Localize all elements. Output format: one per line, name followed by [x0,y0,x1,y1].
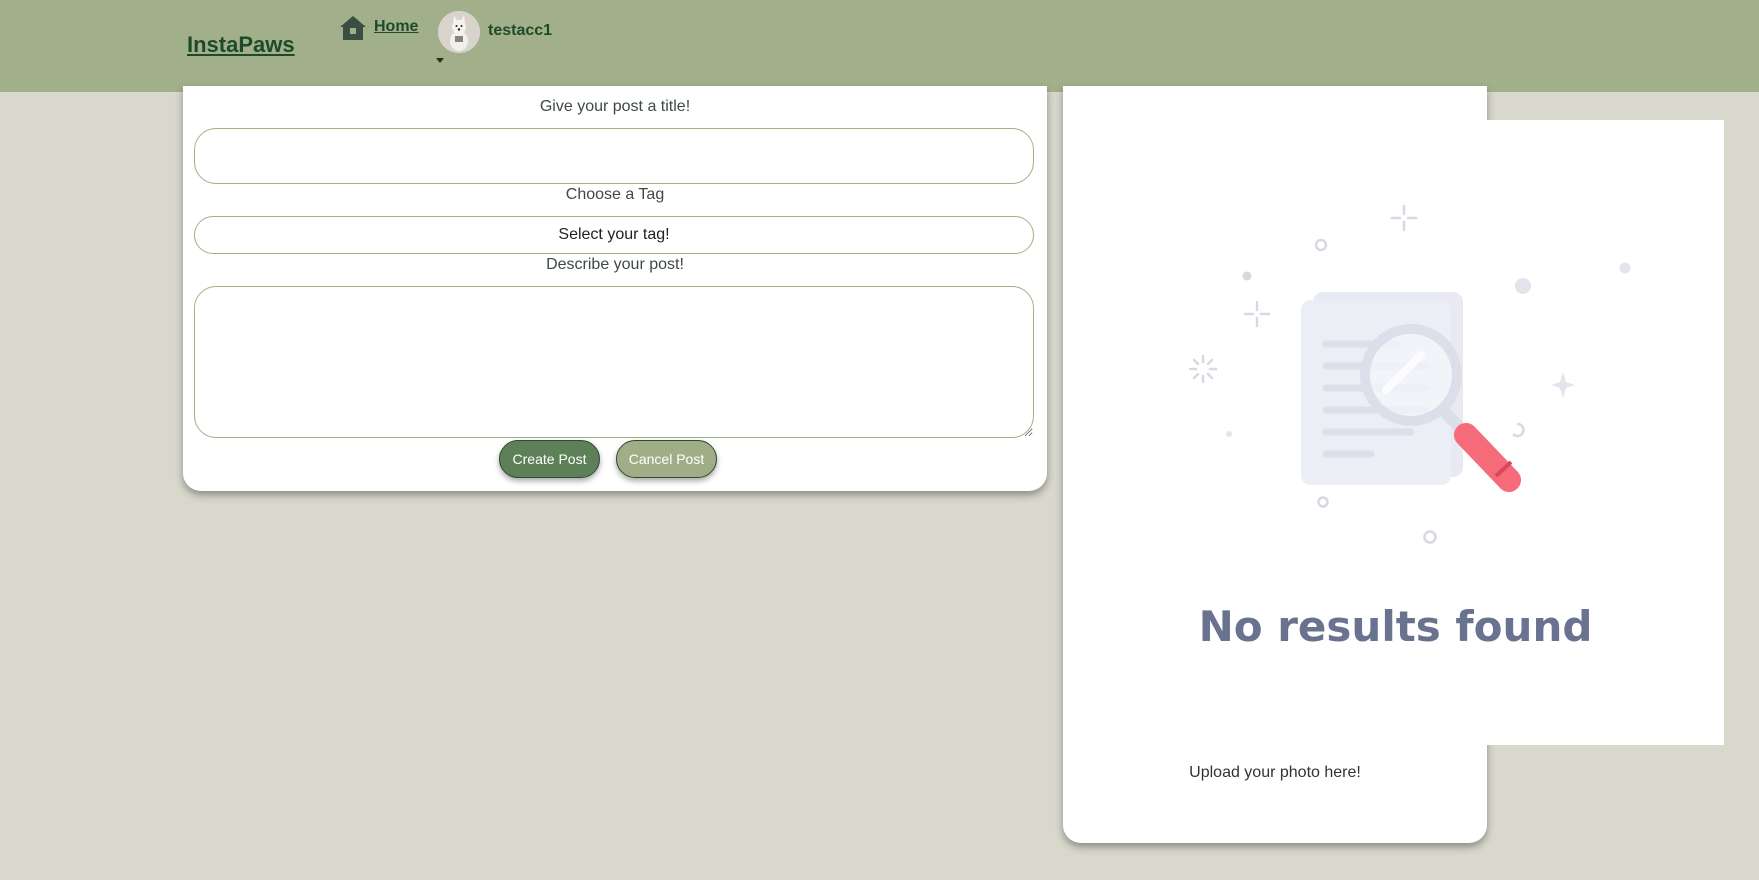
tag-select[interactable]: Select your tag! [194,216,1034,254]
description-textarea[interactable] [194,286,1034,438]
dog-avatar-icon [438,11,480,53]
no-results-text: No results found [1198,602,1593,651]
home-label[interactable]: Home [374,18,418,36]
tag-label: Choose a Tag [565,186,665,203]
profile-dropdown-caret-icon[interactable] [436,58,444,63]
description-label: Describe your post! [546,256,684,273]
title-label: Give your post a title! [539,98,691,115]
home-icon [340,16,366,40]
upload-label[interactable]: Upload your photo here! [1063,764,1487,782]
username[interactable]: testacc1 [488,22,552,40]
no-results-illustration [1188,204,1631,544]
home-link[interactable]: Home [338,14,418,42]
create-post-card: Give your post a title! Choose a Tag Sel… [183,86,1047,491]
avatar[interactable] [438,11,480,53]
brand-logo[interactable]: InstaPaws [187,32,295,58]
title-input[interactable] [194,128,1034,184]
cancel-post-button[interactable]: Cancel Post [616,440,717,478]
image-preview-panel[interactable]: No results found [1067,120,1724,745]
navbar: InstaPaws Home testacc1 [0,0,1759,92]
create-post-button[interactable]: Create Post [499,440,600,478]
